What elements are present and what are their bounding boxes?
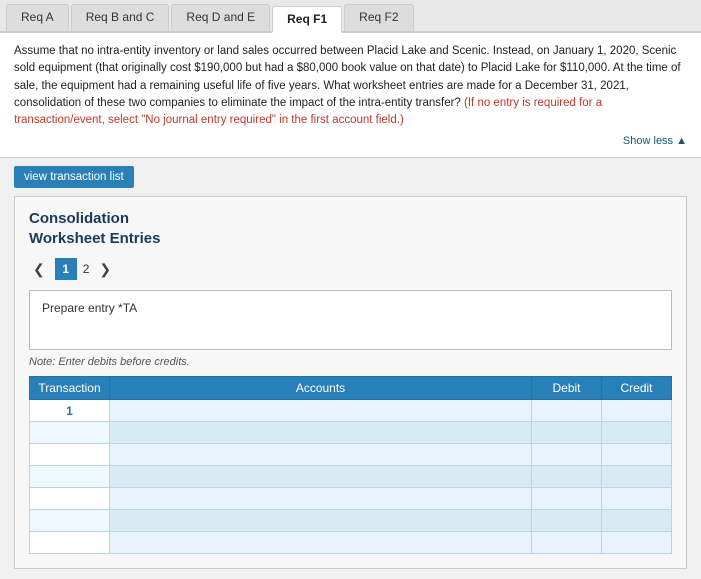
table-row xyxy=(30,444,672,466)
table-row xyxy=(30,488,672,510)
debit-cell[interactable] xyxy=(532,532,602,554)
credit-cell[interactable] xyxy=(602,422,672,444)
debit-cell[interactable] xyxy=(532,400,602,422)
prepare-entry-label: Prepare entry *TA xyxy=(42,301,137,315)
transaction-number-cell xyxy=(30,422,110,444)
instruction-text: Assume that no intra-entity inventory or… xyxy=(14,43,687,129)
credit-input[interactable] xyxy=(608,448,665,462)
tab-req-f2[interactable]: Req F2 xyxy=(344,4,413,31)
debit-input[interactable] xyxy=(538,448,595,462)
next-page-arrow[interactable]: ❯ xyxy=(95,259,115,280)
debit-cell[interactable] xyxy=(532,488,602,510)
credit-input[interactable] xyxy=(608,404,665,418)
debit-input[interactable] xyxy=(538,426,595,440)
col-header-transaction: Transaction xyxy=(30,377,110,400)
credit-cell[interactable] xyxy=(602,466,672,488)
page-2-button[interactable]: 2 xyxy=(83,262,90,276)
table-header-row: Transaction Accounts Debit Credit xyxy=(30,377,672,400)
col-header-credit: Credit xyxy=(602,377,672,400)
credit-cell[interactable] xyxy=(602,400,672,422)
tab-req-f1[interactable]: Req F1 xyxy=(272,6,342,33)
account-cell[interactable] xyxy=(110,532,532,554)
credit-cell[interactable] xyxy=(602,488,672,510)
prev-page-arrow[interactable]: ❮ xyxy=(29,259,49,280)
debit-cell[interactable] xyxy=(532,466,602,488)
account-input[interactable] xyxy=(116,448,525,462)
instruction-area: Assume that no intra-entity inventory or… xyxy=(0,33,701,158)
view-transaction-list-button[interactable]: view transaction list xyxy=(14,166,134,188)
show-less-link[interactable]: Show less ▲ xyxy=(14,135,687,147)
tab-req-d-and-e[interactable]: Req D and E xyxy=(171,4,270,31)
col-header-debit: Debit xyxy=(532,377,602,400)
table-row xyxy=(30,510,672,532)
debit-input[interactable] xyxy=(538,536,595,550)
account-cell[interactable] xyxy=(110,488,532,510)
tab-req-a[interactable]: Req A xyxy=(6,4,69,31)
transaction-number-cell xyxy=(30,532,110,554)
worksheet-panel: Consolidation Worksheet Entries ❮ 1 2 ❯ … xyxy=(14,196,687,569)
worksheet-title: Consolidation Worksheet Entries xyxy=(29,209,672,248)
prepare-entry-box: Prepare entry *TA xyxy=(29,290,672,350)
account-input[interactable] xyxy=(116,492,525,506)
account-input[interactable] xyxy=(116,426,525,440)
credit-input[interactable] xyxy=(608,514,665,528)
pagination: ❮ 1 2 ❯ xyxy=(29,258,672,280)
account-cell[interactable] xyxy=(110,444,532,466)
account-cell[interactable] xyxy=(110,400,532,422)
debit-input[interactable] xyxy=(538,404,595,418)
transaction-number-cell xyxy=(30,444,110,466)
transaction-table: Transaction Accounts Debit Credit 1 xyxy=(29,376,672,554)
table-row xyxy=(30,466,672,488)
debit-input[interactable] xyxy=(538,492,595,506)
table-row: 1 xyxy=(30,400,672,422)
account-cell[interactable] xyxy=(110,422,532,444)
debit-cell[interactable] xyxy=(532,422,602,444)
transaction-number-cell xyxy=(30,466,110,488)
transaction-number-cell xyxy=(30,488,110,510)
debit-input[interactable] xyxy=(538,514,595,528)
tabs-bar: Req A Req B and C Req D and E Req F1 Req… xyxy=(0,0,701,33)
account-input[interactable] xyxy=(116,404,525,418)
debit-cell[interactable] xyxy=(532,510,602,532)
col-header-accounts: Accounts xyxy=(110,377,532,400)
credit-cell[interactable] xyxy=(602,510,672,532)
page-1-button[interactable]: 1 xyxy=(55,258,77,280)
tab-req-b-and-c[interactable]: Req B and C xyxy=(71,4,170,31)
credit-input[interactable] xyxy=(608,470,665,484)
debit-cell[interactable] xyxy=(532,444,602,466)
table-row xyxy=(30,532,672,554)
account-input[interactable] xyxy=(116,514,525,528)
account-input[interactable] xyxy=(116,470,525,484)
account-cell[interactable] xyxy=(110,466,532,488)
credit-input[interactable] xyxy=(608,426,665,440)
transaction-number-cell xyxy=(30,510,110,532)
account-cell[interactable] xyxy=(110,510,532,532)
credit-input[interactable] xyxy=(608,492,665,506)
credit-input[interactable] xyxy=(608,536,665,550)
debit-input[interactable] xyxy=(538,470,595,484)
transaction-number-cell: 1 xyxy=(30,400,110,422)
table-row xyxy=(30,422,672,444)
account-input[interactable] xyxy=(116,536,525,550)
note-text: Note: Enter debits before credits. xyxy=(29,356,672,368)
credit-cell[interactable] xyxy=(602,444,672,466)
credit-cell[interactable] xyxy=(602,532,672,554)
